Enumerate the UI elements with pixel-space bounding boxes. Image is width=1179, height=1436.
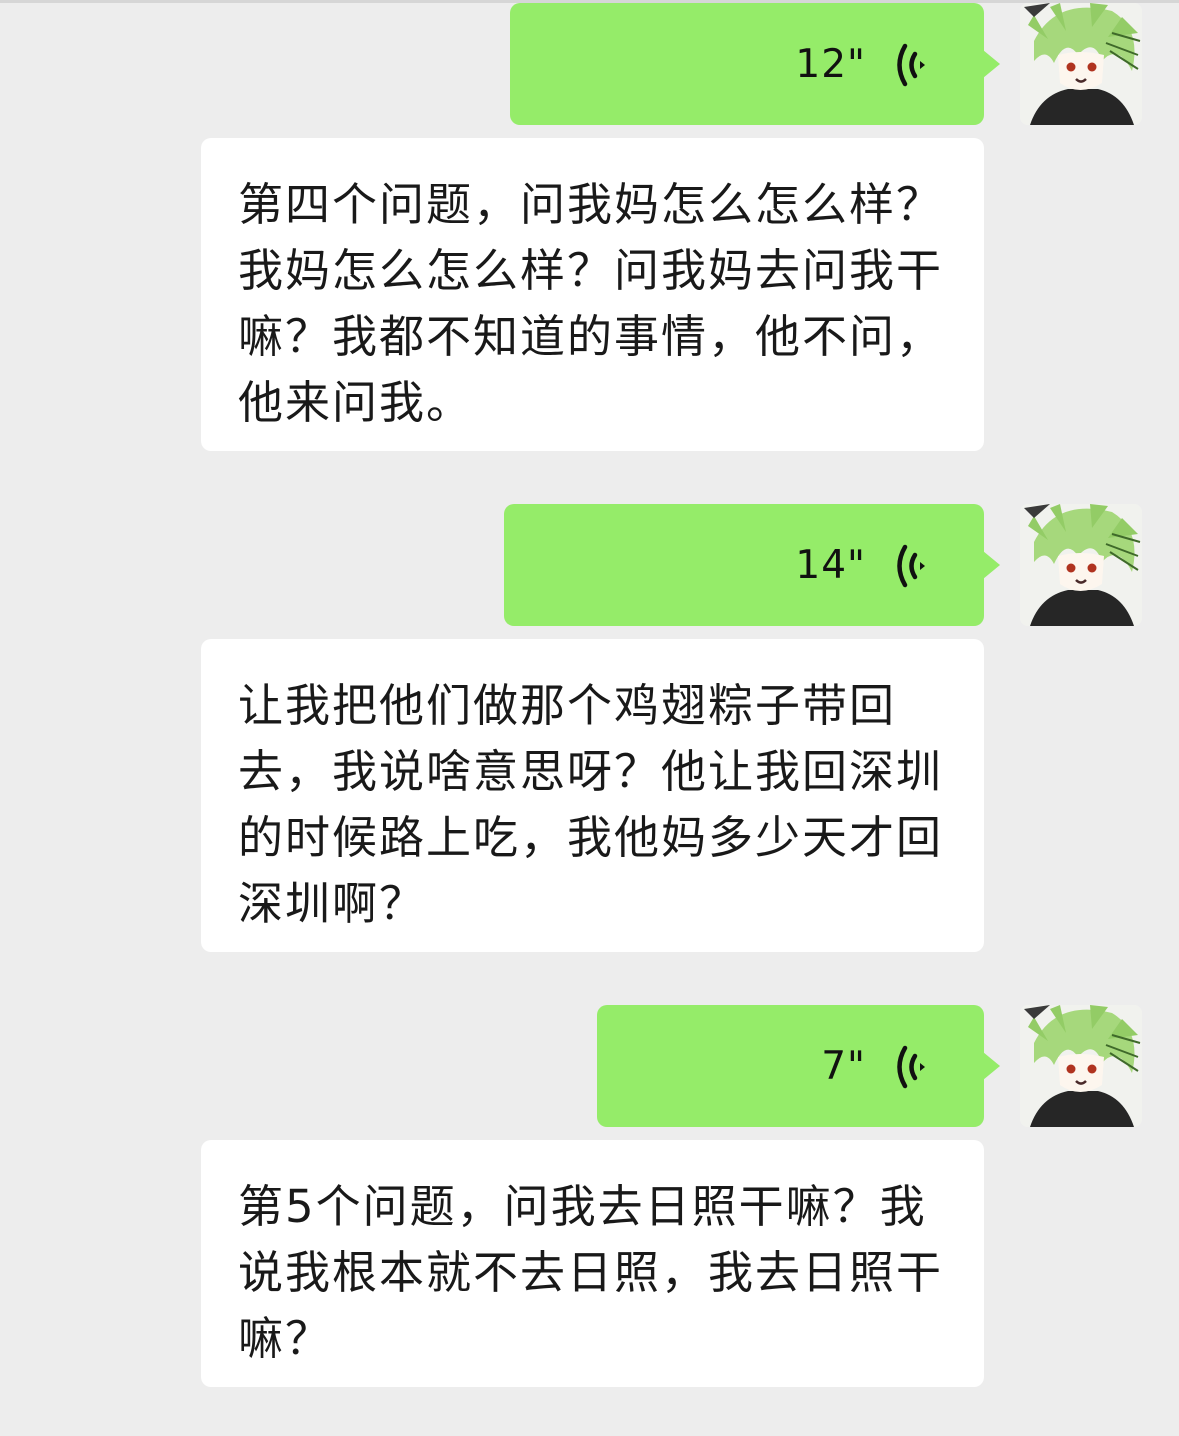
avatar[interactable] (1020, 3, 1142, 125)
message-text: 第四个问题，问我妈怎么怎么样？我妈怎么怎么样？问我妈去问我干嘛？我都不知道的事情… (238, 178, 944, 429)
voice-wave-icon (897, 1045, 925, 1089)
voice-message-bubble[interactable]: 7" (597, 1005, 1000, 1127)
text-message-bubble[interactable]: 第5个问题，问我去日照干嘛？我说我根本就不去日照，我去日照干嘛？ (201, 1140, 984, 1387)
message-text: 让我把他们做那个鸡翅粽子带回去，我说啥意思呀？他让我回深圳的时候路上吃，我他妈多… (238, 679, 944, 930)
voice-message-bubble[interactable]: 14" (504, 504, 1000, 626)
text-message-bubble[interactable]: 第四个问题，问我妈怎么怎么样？我妈怎么怎么样？问我妈去问我干嘛？我都不知道的事情… (201, 138, 984, 451)
voice-wave-icon (897, 43, 925, 87)
avatar[interactable] (1020, 1005, 1142, 1127)
avatar[interactable] (1020, 504, 1142, 626)
message-text: 第5个问题，问我去日照干嘛？我说我根本就不去日照，我去日照干嘛？ (238, 1180, 944, 1365)
text-message-bubble[interactable]: 让我把他们做那个鸡翅粽子带回去，我说啥意思呀？他让我回深圳的时候路上吃，我他妈多… (201, 639, 984, 952)
voice-wave-icon (897, 544, 925, 588)
voice-message-bubble[interactable]: 12" (510, 3, 1000, 125)
voice-duration: 12" (795, 42, 866, 87)
voice-duration: 14" (795, 543, 866, 588)
voice-duration: 7" (821, 1044, 866, 1089)
